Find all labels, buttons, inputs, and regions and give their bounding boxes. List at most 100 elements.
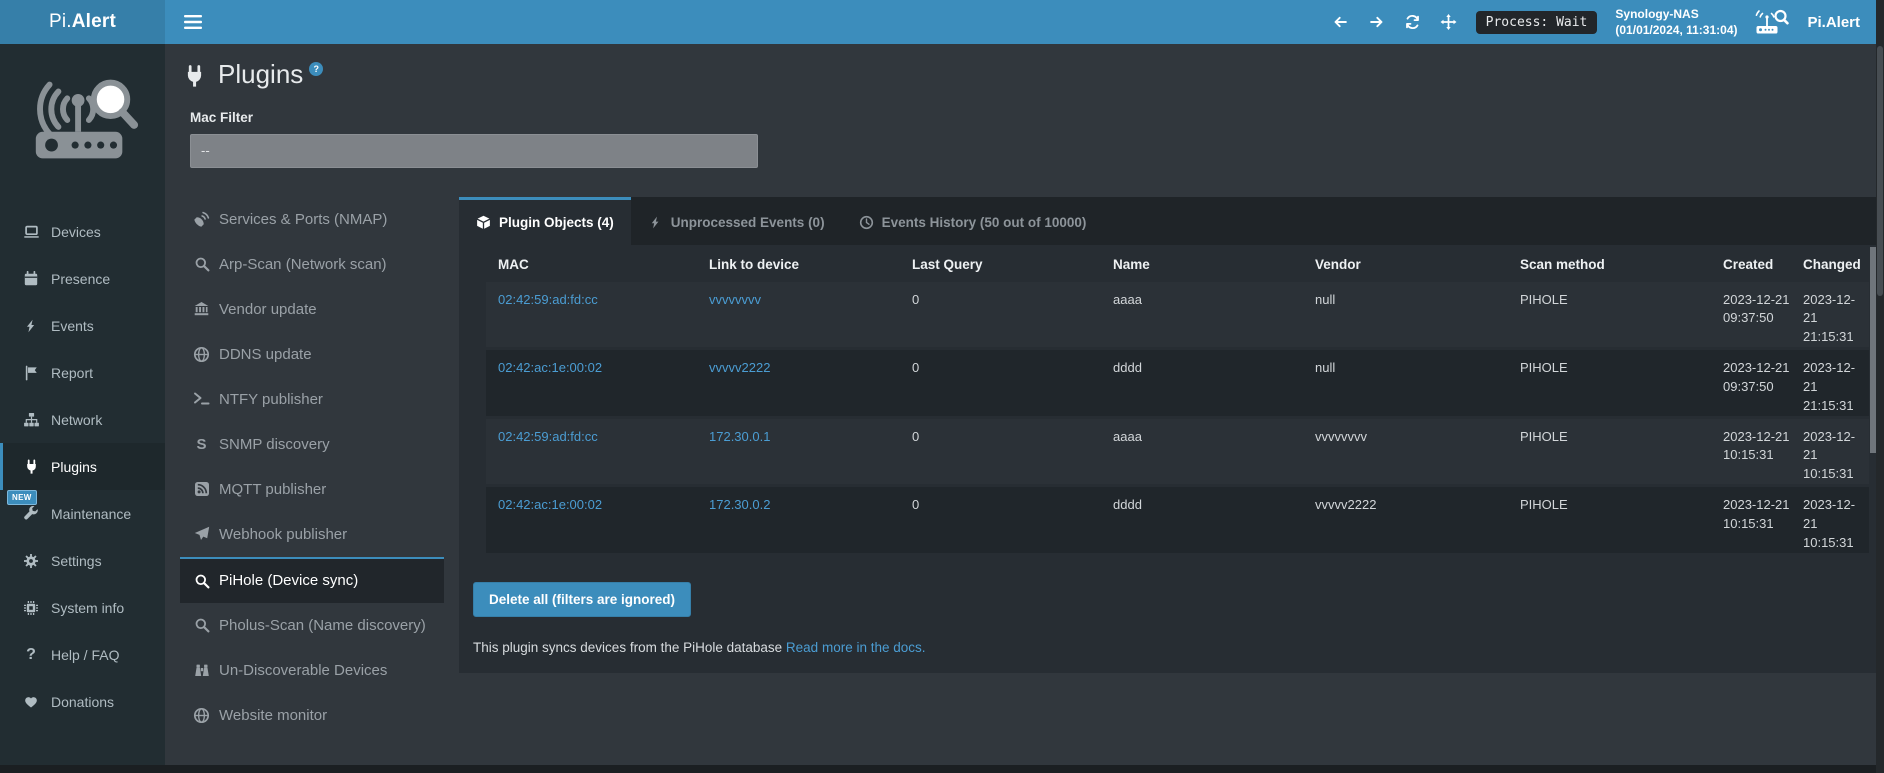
binoculars-icon: [193, 662, 210, 679]
plugin-item-ntfy[interactable]: NTFY publisher: [180, 377, 444, 422]
paper-plane-icon: [193, 526, 210, 543]
col-changed: Changed: [1791, 257, 1869, 272]
device-link[interactable]: vvvvv2222: [697, 359, 900, 378]
plugin-item-webhook[interactable]: Webhook publisher: [180, 512, 444, 557]
plugin-item-vendor-update[interactable]: Vendor update: [180, 287, 444, 332]
col-mac: MAC: [486, 257, 697, 272]
plugin-item-ddns-update[interactable]: DDNS update: [180, 332, 444, 377]
col-created: Created: [1711, 257, 1791, 272]
globe-icon: [193, 707, 210, 724]
host-info: Synology-NAS (01/01/2024, 11:31:04): [1615, 6, 1737, 38]
name-value: aaaa: [1101, 428, 1303, 447]
router-scan-icon: [1755, 9, 1789, 35]
main-content: Plugins ? Mac Filter Services & Ports (N…: [165, 44, 1876, 765]
page-header: Plugins ?: [180, 58, 1866, 91]
sidebar-item-presence[interactable]: Presence: [0, 255, 165, 302]
bolt-icon: [648, 215, 663, 230]
device-link[interactable]: vvvvvvvv: [697, 291, 900, 310]
plugin-description: This plugin syncs devices from the PiHol…: [473, 640, 1879, 655]
device-link[interactable]: 172.30.0.1: [697, 428, 900, 447]
page-scrollbar-thumb[interactable]: [1877, 46, 1883, 296]
plugin-item-undiscoverable[interactable]: Un-Discoverable Devices: [180, 648, 444, 693]
sidebar-toggle-icon[interactable]: [180, 9, 206, 35]
vendor-value: null: [1303, 359, 1508, 378]
plugin-item-label: Pholus-Scan (Name discovery): [219, 617, 426, 634]
sidebar-item-label: Donations: [51, 694, 114, 710]
sidebar-item-system-info[interactable]: System info: [0, 584, 165, 631]
created-value: 2023-12-21 10:15:31: [1711, 428, 1791, 466]
clock-icon: [859, 215, 874, 230]
plugin-item-snmp[interactable]: S SNMP discovery: [180, 422, 444, 467]
tab-plugin-objects[interactable]: Plugin Objects (4): [459, 197, 631, 245]
sidebar-item-network[interactable]: Network: [0, 396, 165, 443]
name-value: aaaa: [1101, 291, 1303, 310]
device-link[interactable]: 172.30.0.2: [697, 496, 900, 515]
sidebar-item-label: Plugins: [51, 459, 97, 475]
plugin-item-label: Arp-Scan (Network scan): [219, 256, 387, 273]
sidebar-item-devices[interactable]: Devices: [0, 208, 165, 255]
col-scan-method: Scan method: [1508, 257, 1711, 272]
sitemap-icon: [22, 411, 40, 429]
table-row: 02:42:ac:1e:00:02 172.30.0.2 0 dddd vvvv…: [486, 487, 1869, 553]
search-icon: [193, 617, 210, 634]
mac-link[interactable]: 02:42:ac:1e:00:02: [486, 359, 697, 378]
back-arrow-icon[interactable]: [1332, 13, 1350, 31]
tab-label: Unprocessed Events (0): [671, 215, 825, 230]
mac-link[interactable]: 02:42:59:ad:fd:cc: [486, 428, 697, 447]
host-timestamp: (01/01/2024, 11:31:04): [1615, 23, 1737, 37]
plugin-item-label: DDNS update: [219, 346, 312, 363]
plugin-item-pholus-scan[interactable]: Pholus-Scan (Name discovery): [180, 603, 444, 648]
last-query-value: 0: [900, 496, 1101, 515]
vendor-value: vvvvvvvv: [1303, 428, 1508, 447]
laptop-icon: [22, 223, 40, 241]
changed-value: 2023-12-21 10:15:31: [1791, 496, 1869, 553]
mac-link[interactable]: 02:42:59:ad:fd:cc: [486, 291, 697, 310]
sidebar-item-plugins[interactable]: Plugins: [0, 443, 165, 490]
plugin-item-arp-scan[interactable]: Arp-Scan (Network scan): [180, 242, 444, 287]
sidebar-item-label: Settings: [51, 553, 102, 569]
sidebar-item-events[interactable]: Events: [0, 302, 165, 349]
cube-icon: [476, 215, 491, 230]
delete-all-button[interactable]: Delete all (filters are ignored): [473, 582, 691, 617]
vendor-value: vvvvv2222: [1303, 496, 1508, 515]
mac-link[interactable]: 02:42:ac:1e:00:02: [486, 496, 697, 515]
page-scrollbar[interactable]: [1876, 0, 1884, 773]
mac-filter-label: Mac Filter: [190, 110, 1866, 125]
search-icon: [193, 256, 210, 273]
letter-s-icon: S: [193, 436, 210, 453]
tab-unprocessed-events[interactable]: Unprocessed Events (0): [631, 197, 842, 245]
sidebar-item-report[interactable]: Report: [0, 349, 165, 396]
sidebar-item-label: Events: [51, 318, 94, 334]
chip-icon: [22, 599, 40, 617]
sidebar-item-donations[interactable]: Donations: [0, 678, 165, 725]
satellite-dish-icon: [193, 211, 210, 228]
refresh-icon[interactable]: [1404, 13, 1422, 31]
read-more-link[interactable]: Read more in the docs.: [786, 640, 926, 655]
move-icon[interactable]: [1440, 13, 1458, 31]
mac-filter-input[interactable]: [190, 134, 758, 168]
brand-logo[interactable]: Pi.Alert: [0, 0, 165, 44]
created-value: 2023-12-21 09:37:50: [1711, 359, 1791, 397]
sidebar-item-settings[interactable]: Settings: [0, 537, 165, 584]
plugin-menu: Services & Ports (NMAP) Arp-Scan (Networ…: [180, 197, 444, 738]
plugin-item-label: MQTT publisher: [219, 481, 326, 498]
forward-arrow-icon[interactable]: [1368, 13, 1386, 31]
plugin-item-website-monitor[interactable]: Website monitor: [180, 693, 444, 738]
sidebar-item-help-faq[interactable]: ? Help / FAQ: [0, 631, 165, 678]
plugin-item-mqtt[interactable]: MQTT publisher: [180, 467, 444, 512]
name-value: dddd: [1101, 496, 1303, 515]
terminal-icon: [193, 391, 210, 408]
table-row: 02:42:59:ad:fd:cc vvvvvvvv 0 aaaa null P…: [486, 282, 1869, 348]
name-value: dddd: [1101, 359, 1303, 378]
help-badge[interactable]: ?: [309, 62, 323, 76]
table-row: 02:42:59:ad:fd:cc 172.30.0.1 0 aaaa vvvv…: [486, 419, 1869, 485]
scan-method-value: PIHOLE: [1508, 359, 1711, 378]
created-value: 2023-12-21 09:37:50: [1711, 291, 1791, 329]
sidebar-item-maintenance[interactable]: NEW Maintenance: [0, 490, 165, 537]
page-title: Plugins: [218, 58, 303, 91]
plugin-item-nmap[interactable]: Services & Ports (NMAP): [180, 197, 444, 242]
plugin-item-pihole[interactable]: PiHole (Device sync): [180, 557, 444, 603]
bolt-icon: [22, 317, 40, 335]
plugin-item-label: Services & Ports (NMAP): [219, 211, 387, 228]
tab-events-history[interactable]: Events History (50 out of 10000): [842, 197, 1104, 245]
